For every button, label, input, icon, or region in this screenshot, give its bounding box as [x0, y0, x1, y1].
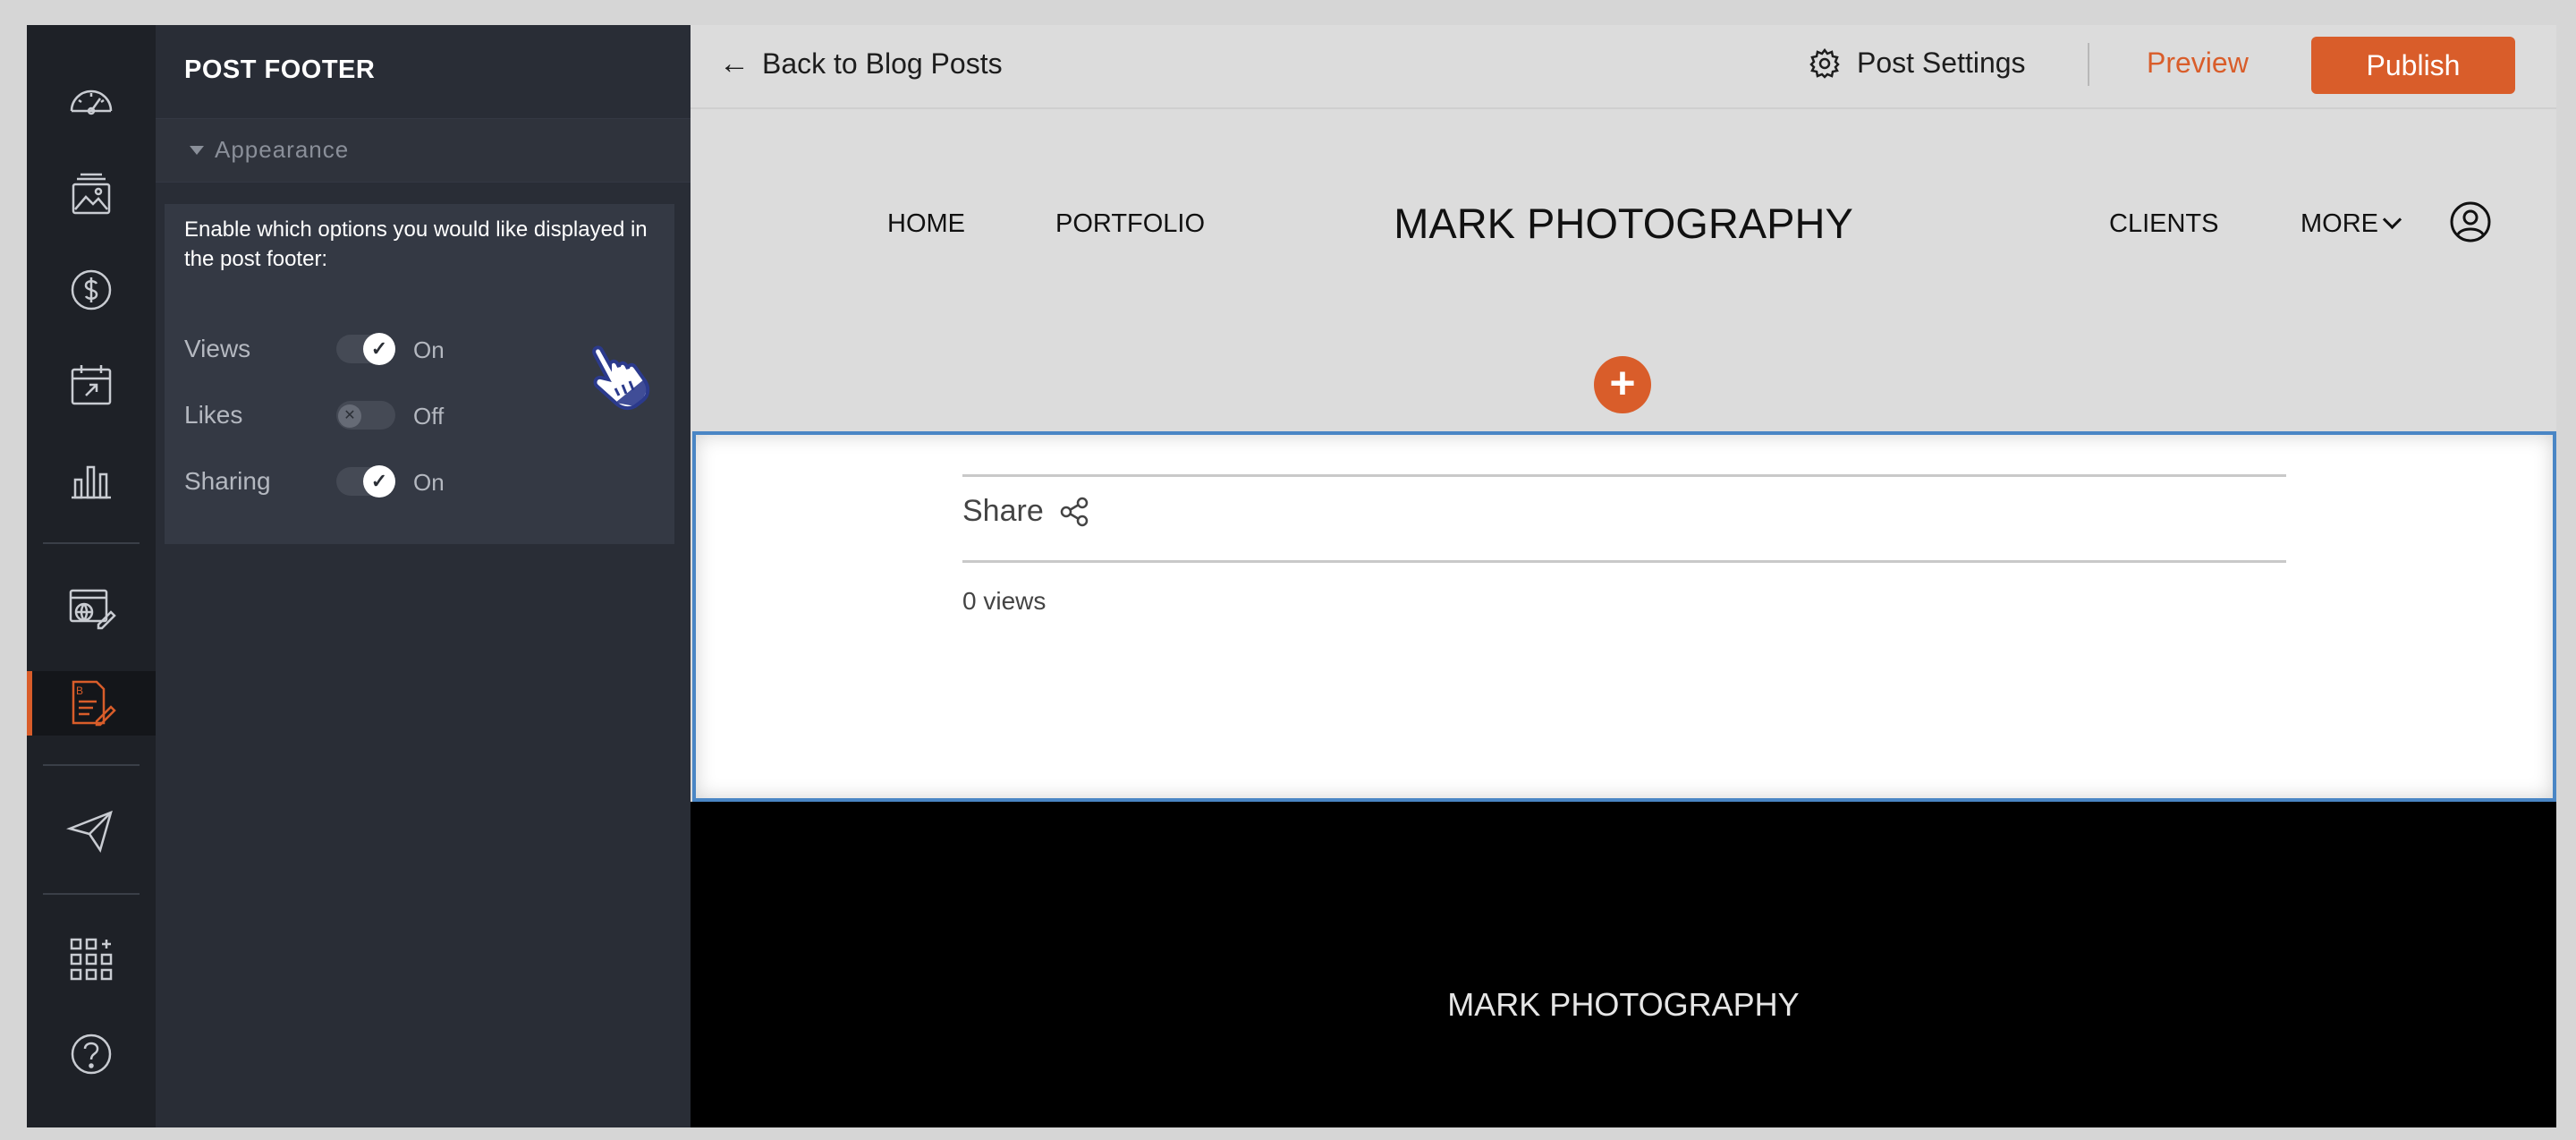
- rail-divider: [43, 893, 140, 895]
- check-icon: ✓: [363, 465, 395, 498]
- dollar-icon[interactable]: [63, 261, 120, 319]
- post-footer-panel: POST FOOTER Appearance Enable which opti…: [156, 25, 691, 1127]
- footer-divider: [962, 560, 2286, 563]
- icon-rail: B: [27, 25, 191, 1127]
- share-icon: [1060, 497, 1088, 526]
- analytics-icon[interactable]: [63, 451, 120, 508]
- post-settings-label: Post Settings: [1857, 47, 2026, 79]
- panel-title: POST FOOTER: [184, 55, 376, 84]
- chevron-down-icon: [2382, 209, 2402, 230]
- post-footer-section[interactable]: Share 0 views: [692, 431, 2556, 802]
- toggle-state: On: [413, 469, 445, 496]
- check-icon: ✓: [363, 333, 395, 365]
- footer-divider: [962, 474, 2286, 477]
- option-label: Sharing: [184, 467, 271, 495]
- dashboard-icon[interactable]: [63, 72, 120, 129]
- back-to-blog-posts-link[interactable]: ← Back to Blog Posts: [719, 47, 1003, 81]
- option-label: Likes: [184, 401, 243, 429]
- preview-button[interactable]: Preview: [2147, 47, 2249, 80]
- appearance-accordion[interactable]: Appearance: [156, 118, 691, 183]
- caret-down-icon: [190, 146, 204, 155]
- footer-brand: MARK PHOTOGRAPHY: [1447, 986, 1800, 1023]
- views-toggle[interactable]: ✓: [336, 333, 395, 365]
- rail-divider: [43, 542, 140, 544]
- rail-divider: [43, 764, 140, 766]
- gear-icon: [1809, 47, 1840, 79]
- publish-button[interactable]: Publish: [2311, 37, 2515, 94]
- toggle-state: On: [413, 336, 445, 363]
- site-footer: MARK PHOTOGRAPHY: [691, 802, 2556, 1127]
- site-brand: MARK PHOTOGRAPHY: [1394, 200, 1853, 247]
- blog-editor-icon[interactable]: B: [63, 675, 120, 732]
- sharing-toggle[interactable]: ✓: [336, 465, 395, 498]
- share-button[interactable]: Share: [962, 494, 1090, 529]
- gallery-icon[interactable]: [63, 166, 120, 224]
- option-label: Views: [184, 335, 251, 362]
- user-account-icon[interactable]: [2449, 200, 2492, 243]
- options-description: Enable which options you would like disp…: [184, 217, 648, 271]
- nav-more[interactable]: MORE: [2301, 209, 2402, 239]
- back-label: Back to Blog Posts: [762, 47, 1003, 80]
- send-icon[interactable]: [63, 802, 120, 859]
- nav-more-label: MORE: [2301, 209, 2378, 238]
- apps-icon[interactable]: [63, 931, 120, 988]
- active-item-indicator: [27, 671, 32, 736]
- post-settings-button[interactable]: Post Settings: [1809, 47, 2026, 80]
- topbar-divider: [2088, 43, 2089, 86]
- editor-canvas: ← Back to Blog Posts Post Settings Previ…: [691, 25, 2556, 1127]
- x-icon: ✕: [338, 404, 361, 428]
- website-editor-icon[interactable]: [63, 580, 120, 637]
- add-section-button[interactable]: +: [1594, 356, 1651, 413]
- option-sharing: Sharing ✓ On: [184, 464, 667, 499]
- hand-pointer-cursor-icon: [592, 345, 650, 411]
- calendar-icon[interactable]: [63, 356, 120, 413]
- toggle-state: Off: [413, 403, 445, 430]
- app-frame: B POST FOOTER Appearance Enable which op…: [27, 25, 2556, 1127]
- editor-topbar: ← Back to Blog Posts Post Settings Previ…: [691, 25, 2556, 109]
- share-label: Share: [962, 494, 1044, 528]
- arrow-left-icon: ←: [719, 47, 750, 81]
- views-count: 0 views: [962, 587, 1046, 615]
- help-icon[interactable]: [63, 1025, 120, 1083]
- svg-text:B: B: [76, 685, 83, 697]
- nav-clients[interactable]: CLIENTS: [2109, 209, 2218, 239]
- likes-toggle[interactable]: ✕: [336, 401, 395, 430]
- appearance-label: Appearance: [215, 136, 350, 163]
